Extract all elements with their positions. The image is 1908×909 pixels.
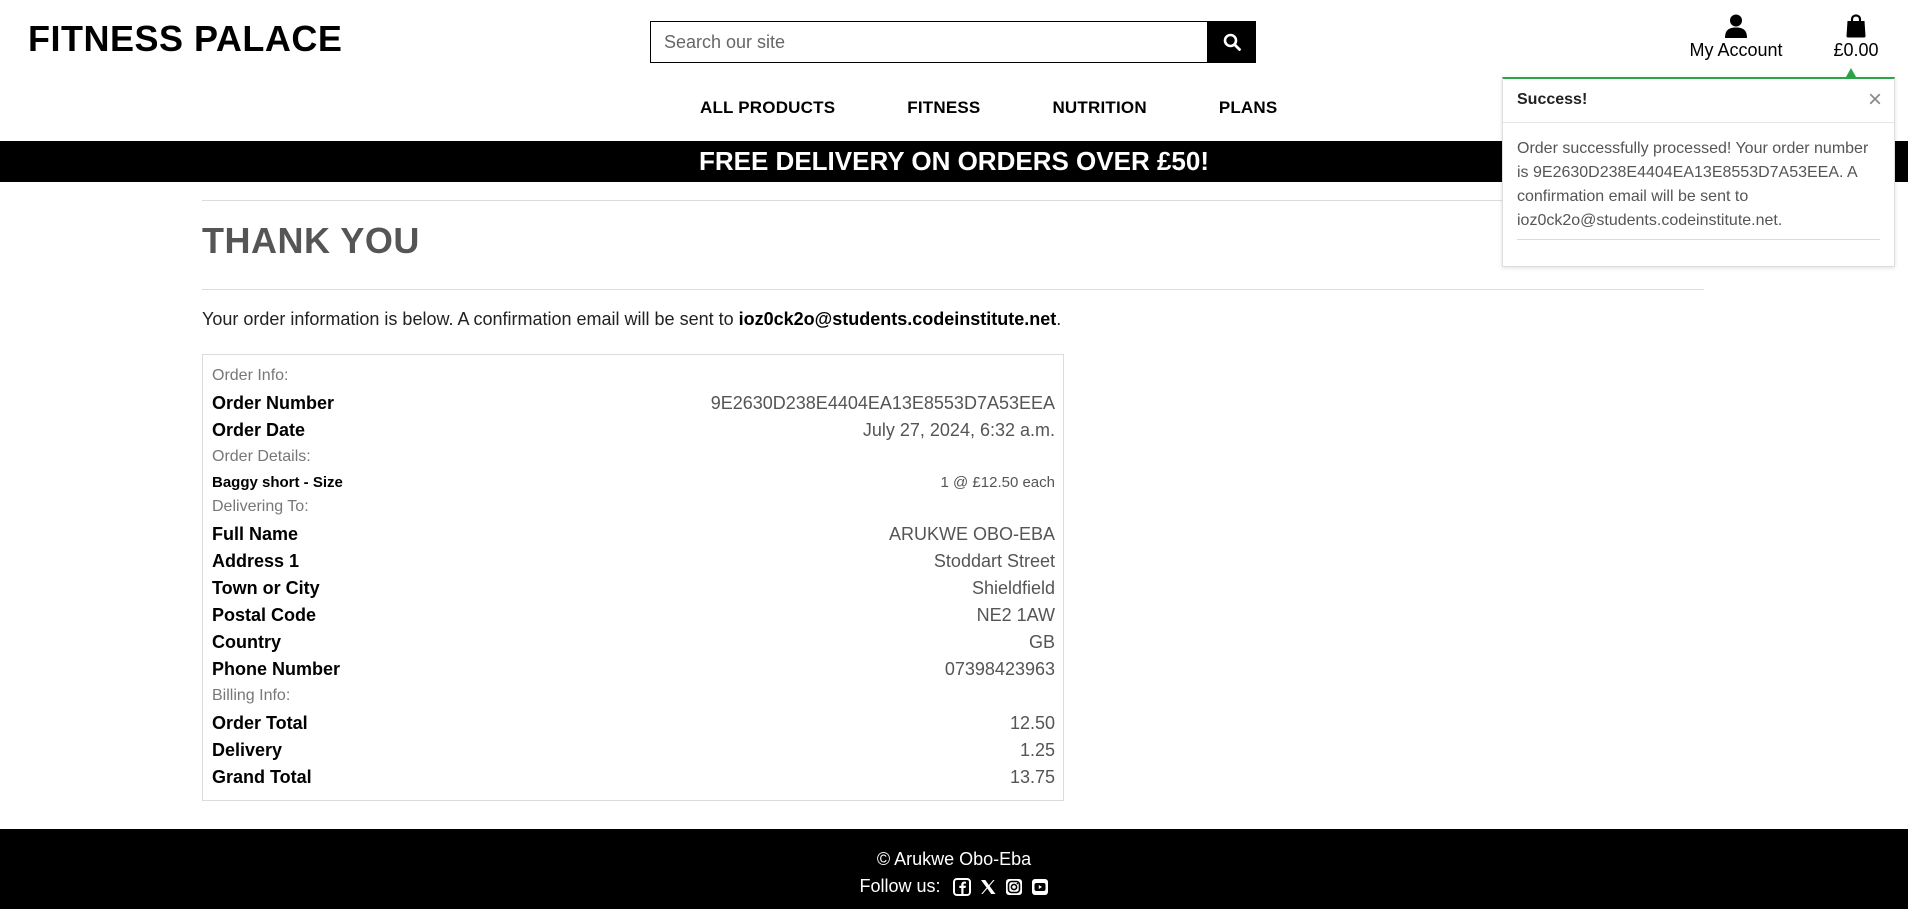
- nav-fitness[interactable]: FITNESS: [907, 98, 980, 118]
- order-number-value: 9E2630D238E4404EA13E8553D7A53EEA: [710, 393, 1055, 413]
- intro-email: ioz0ck2o@students.codeinstitute.net: [738, 309, 1057, 329]
- my-account-label: My Account: [1689, 40, 1783, 60]
- page-title: THANK YOU: [202, 220, 420, 261]
- order-intro-text: Your order information is below. A confi…: [202, 309, 1061, 330]
- order-total-label: Order Total: [212, 713, 308, 733]
- nav-all-products[interactable]: ALL PRODUCTS: [700, 98, 835, 118]
- divider: [202, 289, 1704, 290]
- nav-plans[interactable]: PLANS: [1219, 98, 1278, 118]
- order-total-value: 12.50: [1009, 713, 1055, 733]
- toast-title: Success!: [1517, 91, 1588, 108]
- grand-total-value: 13.75: [1009, 767, 1055, 787]
- phone-label: Phone Number: [212, 659, 341, 679]
- search-input[interactable]: [650, 21, 1207, 63]
- search-form: [650, 21, 1256, 63]
- my-account-link[interactable]: My Account: [1688, 14, 1784, 61]
- item-quantity-price: 1 @ £12.50 each: [940, 474, 1055, 491]
- search-button[interactable]: [1207, 21, 1256, 63]
- social-links: Follow us:: [0, 876, 1908, 897]
- order-summary-box: Order Info: Order Number 9E2630D238E4404E…: [202, 354, 1064, 801]
- delivery-value: 1.25: [1019, 740, 1055, 760]
- divider: [202, 200, 1704, 201]
- shopping-bag-icon: [1846, 14, 1866, 38]
- close-icon[interactable]: ×: [1868, 86, 1882, 114]
- section-order-info: Order Info:: [212, 367, 289, 384]
- x-twitter-icon[interactable]: [979, 878, 997, 896]
- item-name: Baggy short - Size: [212, 474, 343, 491]
- order-number-label: Order Number: [212, 393, 335, 413]
- brand-logo[interactable]: FITNESS PALACE: [28, 18, 342, 60]
- postal-code-label: Postal Code: [212, 605, 317, 625]
- address1-label: Address 1: [212, 551, 300, 571]
- section-billing-info: Billing Info:: [212, 687, 291, 704]
- intro-prefix: Your order information is below. A confi…: [202, 309, 739, 329]
- delivery-label: Delivery: [212, 740, 283, 760]
- follow-label: Follow us:: [859, 876, 941, 896]
- facebook-icon[interactable]: [952, 877, 971, 896]
- success-toast: Success! × Order successfully processed!…: [1502, 77, 1895, 267]
- grand-total-label: Grand Total: [212, 767, 312, 787]
- full-name-label: Full Name: [212, 524, 299, 544]
- toast-header: Success! ×: [1503, 79, 1894, 123]
- order-date-label: Order Date: [212, 420, 306, 440]
- toast-arrow: [1846, 68, 1856, 77]
- shopping-bag-link[interactable]: £0.00: [1826, 14, 1886, 61]
- user-icon: [1725, 14, 1747, 38]
- country-value: GB: [1028, 632, 1055, 652]
- site-footer: © Arukwe Obo-Eba Follow us:: [0, 829, 1908, 909]
- section-delivering-to: Delivering To:: [212, 498, 309, 515]
- postal-code-value: NE2 1AW: [976, 605, 1055, 625]
- section-order-details: Order Details:: [212, 448, 311, 465]
- nav-nutrition[interactable]: NUTRITION: [1052, 98, 1146, 118]
- main-nav: ALL PRODUCTS FITNESS NUTRITION PLANS: [700, 98, 1277, 118]
- instagram-icon[interactable]: [1005, 878, 1023, 896]
- town-value: Shieldfield: [971, 578, 1055, 598]
- divider: [1517, 239, 1880, 240]
- intro-suffix: .: [1056, 309, 1062, 329]
- address1-value: Stoddart Street: [933, 551, 1055, 571]
- toast-message: Order successfully processed! Your order…: [1517, 140, 1869, 229]
- copyright-text: © Arukwe Obo-Eba: [876, 849, 1032, 869]
- full-name-value: ARUKWE OBO-EBA: [888, 524, 1055, 544]
- order-date-value: July 27, 2024, 6:32 a.m.: [862, 420, 1055, 440]
- bag-total: £0.00: [1833, 40, 1879, 60]
- phone-value: 07398423963: [944, 659, 1055, 679]
- town-label: Town or City: [212, 578, 320, 598]
- search-icon: [1223, 33, 1241, 51]
- youtube-icon[interactable]: [1031, 878, 1049, 896]
- country-label: Country: [212, 632, 281, 652]
